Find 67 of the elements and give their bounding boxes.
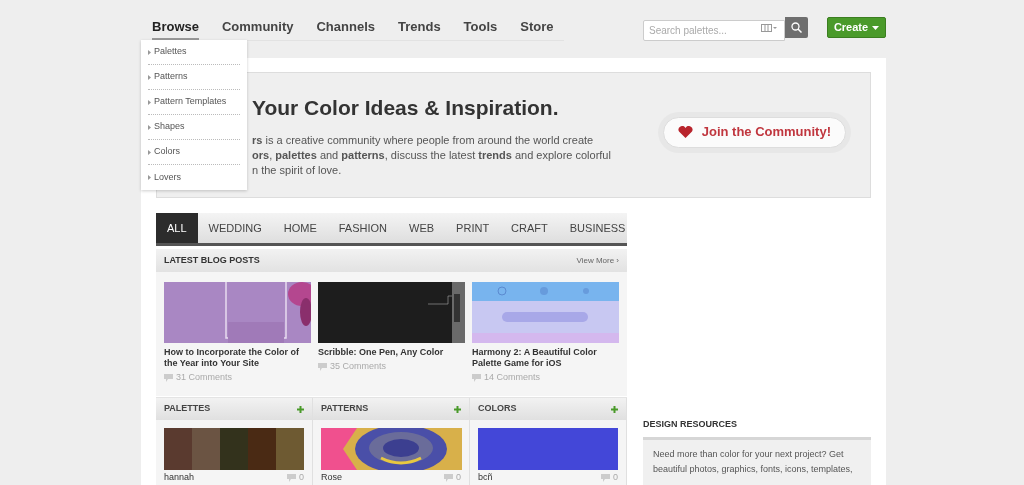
comment-count: 14 Comments (472, 371, 619, 385)
plus-icon[interactable] (297, 405, 304, 413)
nav-tab[interactable]: Community (221, 17, 294, 40)
section-title: COLORS (478, 402, 517, 416)
palette-swatches[interactable] (164, 428, 304, 470)
resources-text-line: Need more than color for your next project? Get (653, 447, 845, 461)
hero-text-line: n the spirit of love. (252, 163, 343, 179)
menu-item[interactable]: Shapes (148, 115, 240, 140)
speech-bubble-icon (601, 473, 610, 482)
heart-icon (677, 126, 693, 138)
speech-bubble-icon (472, 373, 481, 382)
speech-bubble-icon (318, 362, 327, 371)
triangle-icon (148, 175, 151, 180)
nav-tab[interactable]: Channels (316, 17, 375, 40)
search-field[interactable]: Search palettes... (643, 20, 785, 41)
section-title: PALETTES (164, 402, 211, 416)
triangle-icon (148, 149, 151, 155)
nav-tab[interactable]: Store (520, 17, 554, 40)
filter-tab[interactable]: PRINT (445, 213, 501, 243)
triangle-icon (148, 99, 151, 105)
speech-bubble-icon (444, 473, 453, 482)
comment-count: 31 Comments (164, 371, 311, 385)
triangle-icon (148, 49, 151, 55)
color-swatch[interactable] (478, 428, 618, 470)
section-title: LATEST BLOG POSTS (164, 253, 260, 267)
filter-tab[interactable]: BUSINESS (558, 213, 637, 243)
view-more-link[interactable]: View More › (576, 254, 619, 267)
resources-text-line: beautiful photos, graphics, fonts, icons, templates, (653, 462, 854, 476)
nav-tab[interactable]: Tools (463, 17, 498, 40)
menu-item[interactable]: Pattern Templates (148, 90, 240, 115)
filter-tab[interactable]: WEDDING (197, 213, 273, 243)
menu-item[interactable]: Colors (148, 140, 240, 165)
item-name[interactable]: hannah (164, 471, 195, 485)
section-title: PATTERNS (321, 402, 369, 416)
join-button[interactable]: Join the Community! (662, 116, 846, 148)
filter-tab[interactable]: CRAFT (500, 213, 559, 243)
item-name[interactable]: bcñ (478, 471, 493, 485)
search-icon (791, 22, 802, 33)
menu-item[interactable]: Lovers (148, 165, 240, 190)
triangle-icon (148, 74, 151, 80)
hero-text-line: ors, palettes and patterns, discuss the latest trends and explore colorful (252, 148, 611, 164)
search-button[interactable] (785, 17, 808, 38)
create-button[interactable]: Create (827, 17, 886, 38)
filter-tab[interactable]: ALL (156, 213, 198, 243)
comment-count: 35 Comments (318, 360, 465, 374)
plus-icon[interactable] (611, 405, 618, 413)
nav-tab[interactable]: Trends (398, 17, 441, 40)
caret-icon (872, 25, 880, 30)
comment-count: 0 (287, 471, 304, 485)
comment-count: 0 (444, 471, 461, 485)
menu-item[interactable]: Patterns (148, 65, 240, 90)
comment-count: 0 (601, 471, 618, 485)
plus-icon[interactable] (454, 405, 461, 413)
item-name[interactable]: Rose (321, 471, 342, 485)
post-title[interactable]: Harmony 2: A Beautiful Color Palette Game for iOS (472, 347, 619, 369)
filter-tab[interactable]: FASHION (327, 213, 399, 243)
filter-tab[interactable]: WEB (398, 213, 446, 243)
speech-bubble-icon (287, 473, 296, 482)
filter-tab[interactable]: HOME (272, 213, 328, 243)
speech-bubble-icon (164, 373, 173, 382)
hero-heading: Your Color Ideas & Inspiration. (252, 94, 560, 121)
menu-item[interactable]: Palettes (148, 40, 240, 65)
hero-text-line: rs is a creative community where people from around the world create (252, 133, 595, 149)
post-title[interactable]: How to Incorporate the Color of the Year into Your Site (164, 347, 311, 369)
post-title[interactable]: Scribble: One Pen, Any Color (318, 347, 465, 358)
columns-icon[interactable] (761, 24, 777, 32)
triangle-icon (148, 124, 151, 130)
